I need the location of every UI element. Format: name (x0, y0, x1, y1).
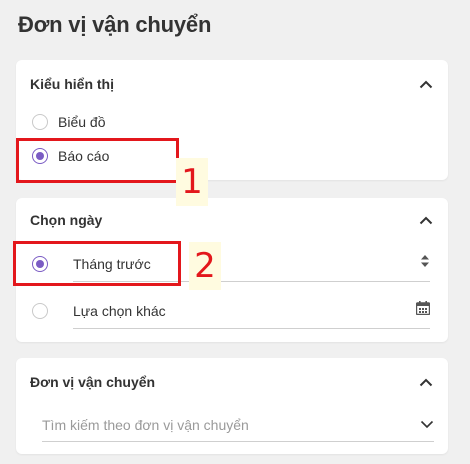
carrier-header[interactable]: Đơn vị vận chuyển (30, 374, 434, 390)
page-title: Đơn vị vận chuyển (18, 12, 212, 37)
carrier-search-input[interactable] (42, 416, 382, 433)
radio-chart[interactable] (32, 114, 48, 130)
radio-option-chart[interactable]: Biểu đồ (32, 114, 105, 130)
sort-arrows-icon[interactable] (420, 254, 430, 273)
radio-chart-label: Biểu đồ (58, 114, 106, 130)
custom-date-field[interactable]: Lựa chọn khác (73, 293, 431, 329)
carrier-select[interactable] (42, 408, 434, 442)
custom-date-label: Lựa chọn khác (73, 302, 166, 319)
annotation-box-1 (16, 138, 179, 183)
chevron-up-icon[interactable] (418, 76, 434, 92)
display-type-title: Kiểu hiển thị (30, 76, 114, 92)
chevron-up-icon[interactable] (418, 374, 434, 390)
carrier-title: Đơn vị vận chuyển (30, 374, 156, 390)
annotation-box-2 (13, 241, 181, 286)
date-title: Chọn ngày (30, 212, 103, 228)
radio-custom[interactable] (32, 303, 48, 319)
calendar-icon[interactable] (415, 301, 431, 320)
display-type-header[interactable]: Kiểu hiển thị (30, 76, 434, 92)
chevron-down-icon[interactable] (420, 416, 434, 434)
annotation-number-2: 2 (189, 242, 221, 290)
radio-option-custom[interactable] (32, 303, 48, 319)
chevron-up-icon[interactable] (418, 212, 434, 228)
annotation-number-1: 1 (176, 158, 208, 206)
carrier-card: Đơn vị vận chuyển (16, 358, 448, 454)
date-header[interactable]: Chọn ngày (30, 212, 434, 228)
